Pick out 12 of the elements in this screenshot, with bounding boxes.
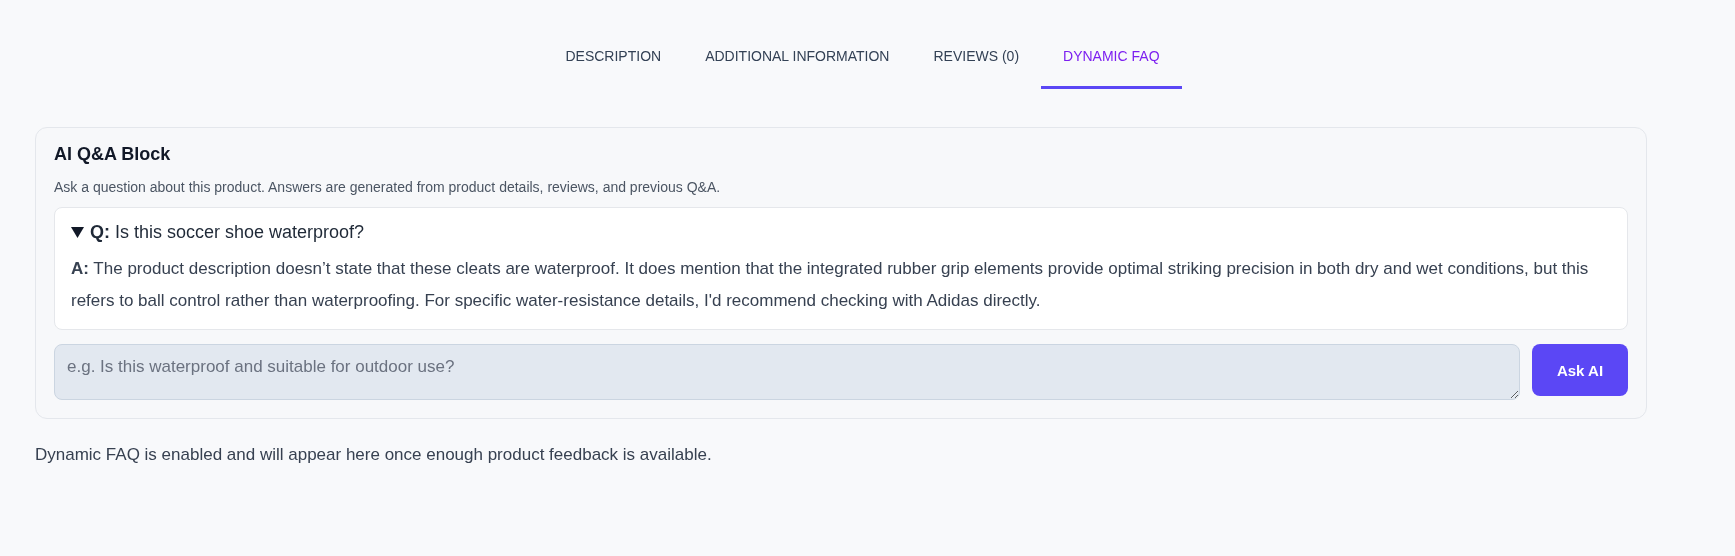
answer-text: A: The product description doesn’t state that these cleats are waterproof. It does mention that the integrated rubber grip elements provide optimal striking precision in both dry and wet conditions, but this refers to ball control rather than waterproofing. For specific water-resistance details, I'd recommend checking with Adidas directly. <box>71 258 1590 312</box>
ask-ai-button[interactable]: Ask AI <box>1532 344 1628 396</box>
question-input-field[interactable]: e.g. Is this waterproof and suitable for outdoor use? <box>54 344 1520 400</box>
block-description: Ask a question about this product. Answers are generated from product details, reviews, and previous Q&A. <box>54 179 722 195</box>
block-title: AI Q&A Block <box>54 144 172 165</box>
tab[interactable]: DYNAMIC FAQ <box>1041 40 1182 89</box>
tab[interactable]: DESCRIPTION <box>543 40 684 89</box>
tab[interactable]: ADDITIONAL INFORMATION <box>683 40 912 89</box>
question-text[interactable]: Q: Is this soccer shoe waterproof? <box>90 222 365 243</box>
disclosure-triangle-icon[interactable] <box>71 227 84 238</box>
footer-note: Dynamic FAQ is enabled and will appear here once enough product feedback is available. <box>35 445 712 464</box>
tab[interactable]: REVIEWS (0) <box>911 40 1042 89</box>
